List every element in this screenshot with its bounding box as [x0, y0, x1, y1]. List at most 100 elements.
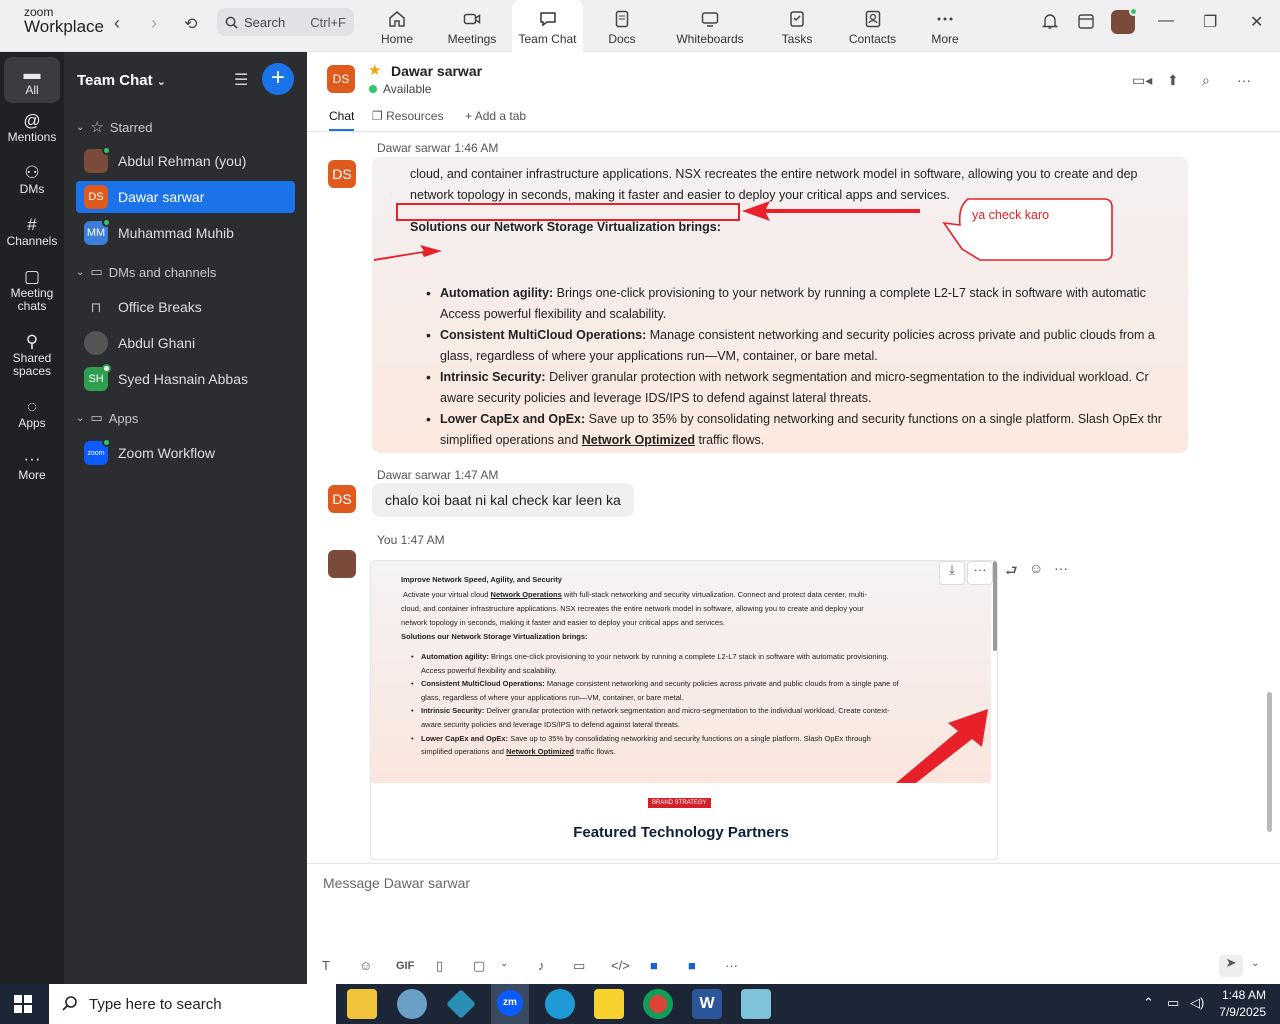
- tab-chat[interactable]: Chat: [329, 109, 355, 131]
- tab-meetings[interactable]: Meetings: [440, 0, 504, 52]
- section-dms-channels[interactable]: ⌄ ▭ DMs and channels: [76, 264, 216, 280]
- home-icon: [389, 11, 405, 27]
- search-box[interactable]: Search Ctrl+F: [217, 8, 354, 36]
- chat-icon: [539, 12, 556, 27]
- search-chat-icon[interactable]: ⌕: [1202, 72, 1210, 89]
- text-format-icon[interactable]: T: [322, 958, 330, 973]
- image-attachment[interactable]: cloud, and container infrastructure appl…: [372, 157, 1188, 453]
- nav-dms[interactable]: ⚇ DMs: [4, 164, 60, 196]
- tab-add[interactable]: + Add a tab: [465, 109, 526, 123]
- word-icon[interactable]: W: [692, 989, 722, 1019]
- calendar-icon[interactable]: [1077, 12, 1095, 35]
- app-icon[interactable]: [397, 989, 427, 1019]
- chat-item-abdul-ghani[interactable]: Abdul Ghani: [76, 327, 295, 359]
- nav-meeting-chats[interactable]: ▢ Meeting chats: [4, 268, 60, 313]
- tray-chevron-icon[interactable]: ⌃: [1143, 995, 1154, 1011]
- chat-item-muhammad-muhib[interactable]: MM Muhammad Muhib: [76, 217, 295, 249]
- file-explorer-icon[interactable]: [347, 989, 377, 1019]
- tab-team-chat[interactable]: Team Chat: [512, 0, 583, 52]
- more-dots-icon: ···: [23, 449, 41, 468]
- minimize-icon[interactable]: —: [1158, 12, 1174, 30]
- chevron-down-icon: ⌄: [76, 266, 85, 278]
- forward-arrow-icon[interactable]: ›: [151, 13, 157, 34]
- nav-all[interactable]: ▬ All: [4, 57, 60, 103]
- image-scrollbar[interactable]: [993, 561, 997, 651]
- file-icon[interactable]: ▯: [436, 958, 443, 974]
- video-call-icon[interactable]: ▭◂: [1132, 72, 1152, 89]
- resources-icon: ❐: [372, 109, 383, 123]
- nav-more[interactable]: ··· More: [4, 449, 60, 482]
- windows-start-icon[interactable]: [14, 995, 32, 1013]
- chat-item-syed-hasnain-abbas[interactable]: SH Syed Hasnain Abbas: [76, 363, 295, 395]
- chat-item-abdul-rehman[interactable]: Abdul Rehman (you): [76, 145, 295, 177]
- screenshot-icon[interactable]: ▢: [473, 958, 485, 974]
- nav-shared-spaces[interactable]: ⚲ Shared spaces: [4, 333, 60, 378]
- filter-icon[interactable]: ☰: [234, 70, 248, 90]
- app-icon[interactable]: [741, 989, 771, 1019]
- close-icon[interactable]: ✕: [1250, 12, 1263, 32]
- gif-button[interactable]: GIF: [396, 960, 414, 972]
- message-bubble[interactable]: chalo koi baat ni kal check kar leen ka: [372, 483, 634, 517]
- more-icon: [937, 17, 953, 21]
- zoom-taskbar-icon[interactable]: zm: [491, 984, 529, 1024]
- app-icon[interactable]: ■: [650, 958, 658, 973]
- volume-icon[interactable]: ◁): [1190, 995, 1204, 1011]
- send-icon[interactable]: ➤: [1219, 955, 1243, 977]
- chat-item-zoom-workflow[interactable]: zoom Zoom Workflow: [76, 437, 295, 469]
- code-icon[interactable]: </>: [611, 958, 630, 973]
- side-nav: ▬ All @ Mentions ⚇ DMs # Channels ▢ Meeting c…: [0, 52, 64, 984]
- section-apps[interactable]: ⌄ ▭ Apps: [76, 410, 138, 426]
- app-icon-2[interactable]: ■: [688, 958, 696, 973]
- profile-avatar[interactable]: [1111, 7, 1138, 34]
- taskbar-search[interactable]: Type here to search: [49, 984, 336, 1024]
- star-filled-icon[interactable]: ★: [368, 61, 381, 79]
- tab-more[interactable]: More: [925, 0, 965, 52]
- featured-title: Featured Technology Partners: [573, 824, 789, 841]
- download-icon[interactable]: ⤓: [939, 561, 965, 585]
- edge-icon[interactable]: [545, 989, 575, 1019]
- chrome-icon[interactable]: [643, 989, 673, 1019]
- nav-mentions[interactable]: @ Mentions: [4, 112, 60, 144]
- screenshot-dropdown-icon[interactable]: ⌄: [500, 958, 508, 969]
- section-starred[interactable]: ⌄ ☆ Starred: [76, 118, 152, 136]
- more-options-icon[interactable]: ···: [1237, 72, 1251, 88]
- microphone-icon[interactable]: ♪: [538, 958, 545, 973]
- emoji-icon[interactable]: ☺: [359, 958, 372, 973]
- tab-resources[interactable]: ❐ Resources: [372, 109, 443, 123]
- panel-title[interactable]: Team Chat ⌄: [77, 72, 166, 89]
- chat-item-dawar-sarwar[interactable]: DS Dawar sarwar: [76, 181, 295, 213]
- new-chat-button[interactable]: +: [262, 63, 294, 95]
- message-meta: Dawar sarwar 1:47 AM: [377, 468, 499, 482]
- share-screen-icon[interactable]: ⬆: [1167, 72, 1179, 89]
- chat-scrollbar[interactable]: [1267, 692, 1272, 832]
- message-list[interactable]: DS Dawar sarwar 1:46 AM cloud, and conta…: [307, 132, 1280, 862]
- video-message-icon[interactable]: ▭: [573, 958, 585, 974]
- message-input[interactable]: Message Dawar sarwar: [323, 875, 470, 891]
- sender-avatar: DS: [328, 160, 356, 188]
- image-more-icon[interactable]: ···: [967, 561, 993, 585]
- contact-avatar[interactable]: DS: [327, 65, 355, 93]
- nav-apps[interactable]: ◌ Apps: [4, 398, 60, 430]
- send-options-icon[interactable]: ⌄: [1251, 958, 1259, 969]
- nav-channels[interactable]: # Channels: [4, 216, 60, 248]
- app-icon[interactable]: [446, 989, 476, 1019]
- tab-tasks[interactable]: Tasks: [776, 0, 818, 52]
- bell-icon[interactable]: [1041, 12, 1059, 35]
- back-arrow-icon[interactable]: ‹: [114, 13, 120, 34]
- history-icon[interactable]: ⟲: [184, 14, 197, 34]
- tab-whiteboards[interactable]: Whiteboards: [670, 0, 750, 52]
- contact-name[interactable]: Dawar sarwar: [391, 63, 482, 79]
- chat-item-office-breaks[interactable]: ⊓ Office Breaks: [76, 291, 295, 323]
- reply-icon[interactable]: ⮐: [1005, 560, 1018, 584]
- tab-docs[interactable]: Docs: [600, 0, 644, 52]
- tab-contacts[interactable]: Contacts: [845, 0, 900, 52]
- tray-clock[interactable]: 1:48 AM 7/9/2025: [1219, 987, 1266, 1021]
- emoji-reaction-icon[interactable]: ☺: [1029, 560, 1043, 576]
- composer-more-icon[interactable]: ···: [725, 958, 738, 973]
- tab-home[interactable]: Home: [370, 0, 424, 52]
- sticky-notes-icon[interactable]: [594, 989, 624, 1019]
- network-icon[interactable]: ▭: [1167, 995, 1179, 1011]
- message-more-icon[interactable]: ···: [1054, 560, 1068, 576]
- restore-icon[interactable]: ❐: [1203, 12, 1217, 32]
- image-attachment[interactable]: Improve Network Speed, Agility, and Secu…: [370, 560, 998, 860]
